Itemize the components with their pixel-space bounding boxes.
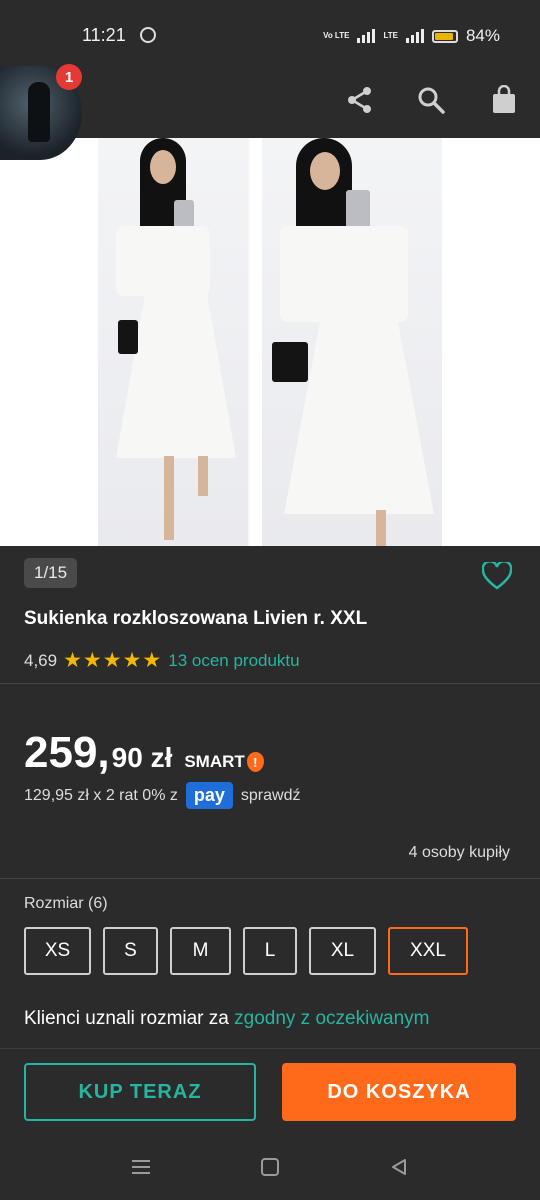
size-option-xl[interactable]: XL — [309, 927, 376, 975]
add-to-cart-button[interactable]: DO KOSZYKA — [282, 1063, 516, 1121]
product-photo-1[interactable] — [98, 138, 250, 546]
messenger-icon — [140, 27, 156, 43]
battery-percent: 84% — [465, 26, 500, 45]
system-nav-bar — [0, 1134, 540, 1200]
check-link[interactable]: sprawdź — [241, 787, 301, 805]
pay-logo: pay — [185, 782, 233, 809]
smart-info-icon: ! — [246, 752, 264, 772]
buy-now-button[interactable]: KUP TERAZ — [24, 1063, 256, 1121]
size-option-xxl[interactable]: XXL — [388, 927, 468, 975]
size-option-l[interactable]: L — [243, 927, 297, 975]
buyers-count: 4 osoby kupiły — [408, 844, 510, 861]
size-option-m[interactable]: M — [170, 927, 231, 975]
installment-text: 129,95 zł x 2 rat 0% z — [24, 786, 178, 804]
reviews-link[interactable]: 13 ocen produktu — [168, 651, 299, 671]
smart-badge[interactable]: SMART ! — [184, 752, 264, 772]
product-photo-2[interactable] — [262, 138, 442, 546]
status-bar: 11:21 Vo LTE LTE 84% — [0, 0, 540, 70]
price-decimal: 90 zł — [111, 742, 173, 773]
volte-icon: Vo LTE — [323, 31, 350, 40]
product-gallery[interactable] — [0, 138, 540, 546]
search-icon[interactable] — [413, 82, 449, 118]
lte-icon: LTE — [383, 31, 398, 40]
rating-value: 4,69 — [24, 650, 58, 670]
installment-info: 129,95 zł x 2 rat 0% z pay sprawdź — [24, 782, 300, 809]
home-icon[interactable] — [257, 1154, 283, 1180]
notification-badge: 1 — [56, 64, 82, 90]
gallery-counter: 1/15 — [24, 558, 78, 588]
size-option-xs[interactable]: XS — [24, 927, 91, 975]
heart-icon[interactable] — [481, 560, 514, 592]
recent-apps-icon[interactable] — [128, 1154, 154, 1180]
status-indicators: Vo LTE LTE 84% — [323, 26, 500, 46]
size-option-s[interactable]: S — [103, 927, 158, 975]
divider — [0, 683, 540, 684]
share-icon[interactable] — [342, 82, 378, 118]
smart-label: SMART — [184, 752, 245, 771]
product-rating: 4,69 ★★★★★ 13 ocen produktu — [24, 648, 300, 673]
signal-icon — [357, 29, 376, 43]
battery-icon — [431, 29, 458, 43]
product-title: Sukienka rozkloszowana Livien r. XXL — [24, 608, 368, 629]
action-bar: KUP TERAZ DO KOSZYKA — [0, 1048, 540, 1135]
size-fit-info: Klienci uznali rozmiar za zgodny z oczek… — [24, 1008, 430, 1030]
price-main: 259, — [24, 728, 110, 777]
divider — [0, 878, 540, 879]
back-icon[interactable] — [386, 1154, 412, 1180]
price: 259, 90 zł SMART ! — [24, 728, 264, 778]
fit-value-link[interactable]: zgodny z oczekiwanym — [234, 1008, 429, 1029]
shopping-bag-icon[interactable] — [486, 82, 522, 118]
fit-prefix: Klienci uznali rozmiar za — [24, 1008, 229, 1029]
signal-icon-2 — [405, 29, 424, 43]
rating-stars-icon: ★★★★★ — [63, 649, 163, 672]
size-label: Rozmiar (6) — [24, 895, 108, 912]
status-time: 11:21 — [82, 25, 126, 45]
size-selector: XS S M L XL XXL — [24, 927, 468, 975]
